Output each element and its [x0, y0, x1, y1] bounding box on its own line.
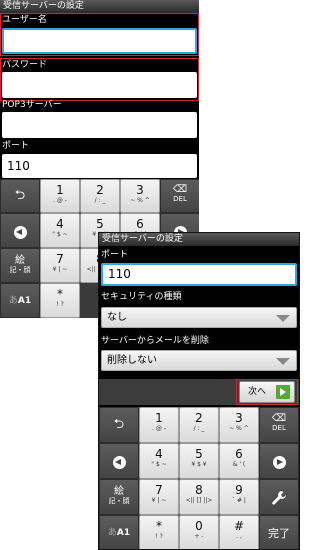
delete-key[interactable]: ⌫ DEL	[259, 407, 299, 443]
cursor-left-key[interactable]	[0, 213, 40, 248]
back-key[interactable]: ⮌	[0, 179, 40, 213]
key-asterisk[interactable]: *! ?	[139, 515, 179, 549]
key-hash[interactable]: #. ,	[219, 515, 259, 549]
settings-key[interactable]	[259, 479, 299, 515]
input-mode-key[interactable]: あA1	[0, 283, 40, 318]
arrow-left-icon	[13, 226, 27, 239]
screen-incoming-server-2: 受信サーバーの設定 ポート 110 セキュリティの種類 なし サーバーからメール…	[98, 232, 300, 550]
highlight-password	[0, 58, 199, 101]
cursor-right-key[interactable]	[259, 443, 299, 479]
pop3-server-field[interactable]	[2, 112, 197, 138]
key-6[interactable]: 6& ' (	[219, 443, 259, 479]
security-type-label: セキュリティの種類	[101, 292, 182, 302]
key-4[interactable]: 4 " $ ~	[139, 443, 179, 479]
chevron-down-icon	[276, 315, 290, 322]
page-title: 受信サーバーの設定	[0, 0, 199, 13]
key-2[interactable]: 2/ : _	[179, 407, 219, 443]
delete-from-server-label: サーバーからメールを削除	[101, 336, 209, 346]
delete-icon: ⌫	[271, 413, 287, 424]
key-1[interactable]: 1. @ -	[139, 407, 179, 443]
done-key[interactable]: 完了	[259, 515, 299, 549]
security-type-select[interactable]: なし	[101, 307, 297, 328]
key-4[interactable]: 4 " $ ~	[40, 213, 80, 248]
key-7[interactable]: 7 ¥ | ~	[40, 248, 80, 283]
key-asterisk[interactable]: *! ?	[40, 283, 80, 318]
wrench-icon	[272, 491, 286, 505]
delete-icon: ⌫	[172, 184, 188, 195]
key-1[interactable]: 1. @ -	[40, 179, 80, 213]
arrow-left-icon	[112, 456, 126, 469]
key-5[interactable]: 5¥ $ ¥	[179, 443, 219, 479]
delete-key[interactable]: ⌫ DEL	[160, 179, 199, 213]
port-field[interactable]: 110	[101, 263, 297, 286]
highlight-username	[0, 13, 199, 56]
highlight-next	[236, 379, 298, 405]
delete-from-server-select[interactable]: 削除しない	[101, 350, 297, 371]
action-bar: 次へ	[99, 379, 299, 405]
key-8[interactable]: 8<|| [] ||>	[179, 479, 219, 515]
emoji-symbol-key[interactable]: 絵記・顔	[0, 248, 40, 283]
port-label: ポート	[101, 250, 129, 260]
arrow-right-icon	[272, 456, 286, 469]
input-mode-key[interactable]: あA1	[99, 515, 139, 549]
port-label: ポート	[2, 141, 30, 151]
emoji-symbol-key[interactable]: 絵記・顔	[99, 479, 139, 515]
key-9[interactable]: 9` # |	[219, 479, 259, 515]
chevron-down-icon	[276, 358, 290, 365]
port-field[interactable]: 110	[2, 154, 197, 178]
key-0[interactable]: 0 + -	[179, 515, 219, 549]
key-2[interactable]: 2/ : _	[80, 179, 120, 213]
key-3[interactable]: 3 ~ % ^	[120, 179, 160, 213]
key-3[interactable]: 3 ~ % ^	[219, 407, 259, 443]
key-7[interactable]: 7 ¥ | ~	[139, 479, 179, 515]
page-title: 受信サーバーの設定	[99, 233, 299, 246]
pop3-server-label: POP3サーバー	[2, 100, 62, 110]
numeric-keyboard: ⮌ 1. @ - 2/ : _ 3~ % ^ ⌫DEL 4" $ ~ 5¥ $ …	[99, 407, 299, 549]
back-key[interactable]: ⮌	[99, 407, 139, 443]
cursor-left-key[interactable]	[99, 443, 139, 479]
